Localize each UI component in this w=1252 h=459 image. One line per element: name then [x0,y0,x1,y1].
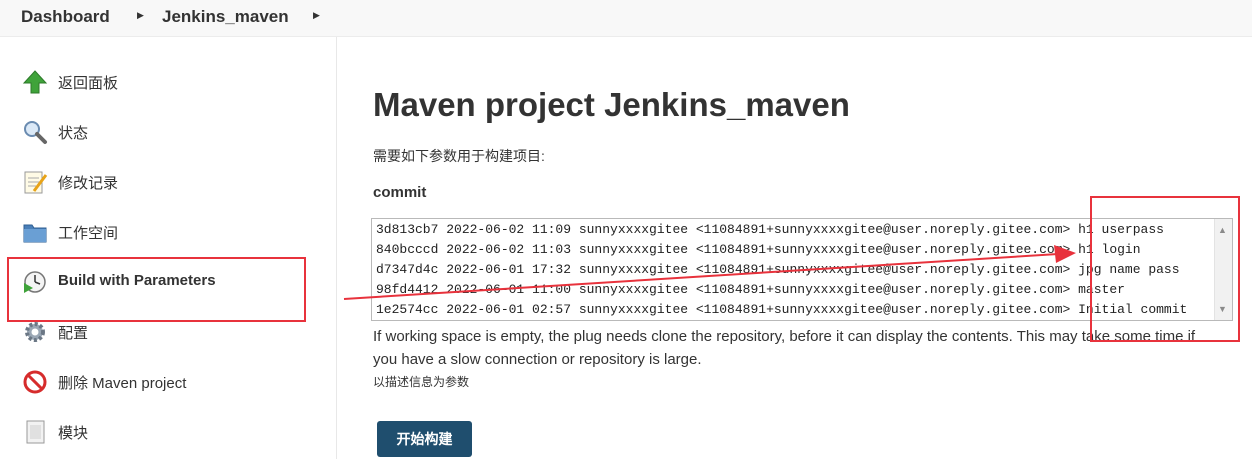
breadcrumb-chevron-icon[interactable]: ▶ [313,10,320,21]
breadcrumb-chevron-icon[interactable]: ▶ [137,10,144,21]
build-button[interactable]: 开始构建 [377,421,472,457]
sidebar-item-modules[interactable]: 模块 [22,418,322,446]
sidebar-item-changes[interactable]: 修改记录 [22,168,322,196]
annotation-highlight-box [1090,196,1240,342]
help-text: If working space is empty, the plug need… [373,328,1196,368]
annotation-highlight-box [7,257,306,322]
sidebar-item-delete-project[interactable]: 删除 Maven project [22,368,322,396]
document-icon [22,419,48,445]
commit-option[interactable]: 1e2574cc 2022-06-01 02:57 sunnyxxxxgitee… [376,300,1187,320]
breadcrumb: Dashboard ▶ Jenkins_maven ▶ [0,0,1252,37]
no-entry-icon [22,369,48,395]
sidebar-item-label: 返回面板 [58,75,119,92]
up-arrow-icon [22,69,48,95]
sidebar: 返回面板 状态 修改记录 工作空间 Build with Parameters … [0,37,337,459]
breadcrumb-job[interactable]: Jenkins_maven [162,7,289,27]
gear-icon [22,319,48,345]
parameters-description: 需要如下参数用于构建项目: [373,148,545,164]
notepad-icon [22,169,48,195]
parameter-name: commit [373,184,427,201]
search-icon [22,119,48,145]
sidebar-item-status[interactable]: 状态 [22,118,322,146]
sidebar-item-back-to-dashboard[interactable]: 返回面板 [22,68,322,96]
sidebar-item-label: 修改记录 [58,175,119,192]
commit-option[interactable]: 840bcccd 2022-06-02 11:03 sunnyxxxxgitee… [376,240,1141,260]
commit-option[interactable]: d7347d4c 2022-06-01 17:32 sunnyxxxxgitee… [376,260,1180,280]
folder-icon [22,219,48,245]
page-title: Maven project Jenkins_maven [373,86,850,123]
sidebar-item-label: 配置 [58,325,89,342]
sidebar-item-label: 删除 Maven project [58,375,187,392]
sidebar-item-label: 工作空间 [58,225,119,242]
commit-option[interactable]: 98fd4412 2022-06-01 11:00 sunnyxxxxgitee… [376,280,1125,300]
sidebar-item-label: 模块 [58,425,89,442]
help-subtext: 以描述信息为参数 [373,375,470,389]
sidebar-item-label: 状态 [58,125,89,142]
sidebar-item-workspace[interactable]: 工作空间 [22,218,322,246]
sidebar-item-configure[interactable]: 配置 [22,318,322,346]
breadcrumb-dashboard[interactable]: Dashboard [21,7,110,27]
commit-option[interactable]: 3d813cb7 2022-06-02 11:09 sunnyxxxxgitee… [376,220,1164,240]
